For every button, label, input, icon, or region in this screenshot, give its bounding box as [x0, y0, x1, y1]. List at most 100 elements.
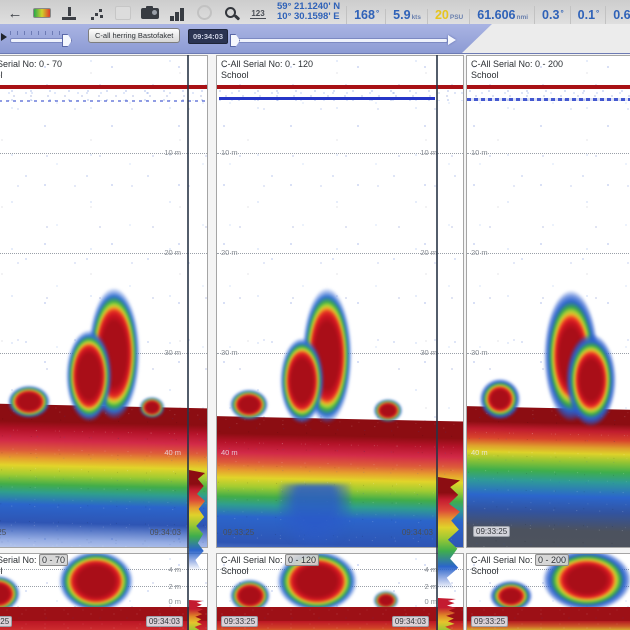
time-cursor-line[interactable]: [187, 55, 189, 630]
heave-readout: 0.6°: [605, 6, 630, 24]
timestamp-start: 09:33:25: [223, 528, 255, 537]
speed-unit: kts: [411, 14, 421, 21]
range-badge: 0 - 120: [285, 554, 320, 566]
fish-school: [479, 378, 521, 420]
camera-icon[interactable]: [141, 5, 159, 21]
time-slider-arrow[interactable]: [448, 35, 456, 45]
fish-school: [229, 388, 269, 420]
time-slider-thumb[interactable]: [230, 34, 240, 47]
toolbar-icon-group: ← 123: [0, 5, 273, 24]
bottom-detection-icon[interactable]: [60, 5, 78, 21]
fish-school: [57, 554, 135, 612]
slider-thumb[interactable]: [62, 34, 72, 47]
page-123-label: 123: [250, 9, 266, 19]
fish-school: [7, 384, 51, 418]
roll-readout: 0.1 °: [569, 6, 606, 24]
depth-label: 20 m: [221, 248, 238, 257]
heave-value: 0.6: [613, 8, 630, 22]
depth-label: 10 m: [164, 148, 181, 157]
play-arrow-icon[interactable]: [1, 33, 7, 41]
panel-title: C-All Serial No: 0 - 200: [471, 59, 564, 69]
zoom-icon[interactable]: [222, 5, 240, 21]
panel-title: C-All Serial No: 0 - 70: [0, 59, 63, 69]
surface-line: [467, 85, 630, 89]
zoom-slider[interactable]: [10, 31, 72, 47]
bottom-echogram-panel-120[interactable]: C-All Serial No: 0 - 120 School 4 m 2 m …: [216, 553, 464, 630]
heading-unit: °: [375, 9, 380, 18]
panel-title-prefix: C-All Serial No:: [221, 555, 283, 565]
echogram-panel-70[interactable]: C-All Serial No: 0 - 70 School 10 m 10 m…: [0, 55, 208, 548]
fish-school: [565, 332, 617, 428]
transducer-line: [219, 97, 435, 100]
heading-readout: 168 °: [346, 6, 385, 24]
color-scale-icon[interactable]: [33, 5, 51, 21]
depth-label: 40 m: [221, 448, 238, 457]
scatter-glyph: [89, 8, 103, 21]
speed-readout: 5.9 kts: [385, 9, 427, 24]
position-readout: 59° 21.1240' N 10° 30.1598' E: [273, 2, 346, 24]
fish-school: [65, 326, 113, 422]
pitch-unit: °: [560, 9, 564, 18]
timestamp-start: 09:33:25: [0, 528, 7, 537]
color-scale-glyph: [33, 8, 51, 18]
panel-title-prefix: C-All Serial No:: [0, 555, 37, 565]
page-123-icon[interactable]: 123: [249, 5, 267, 21]
pitch-readout: 0.3 °: [534, 6, 570, 24]
seabed-blue-dip: [279, 484, 351, 546]
echogram-panel-200[interactable]: C-All Serial No: 0 - 200 School 10 m 20 …: [466, 55, 630, 548]
panel-subtitle: School: [471, 566, 499, 576]
salinity-value: 20: [434, 8, 449, 22]
depth-label: 0 m: [168, 597, 181, 606]
zoom-glyph: [224, 6, 239, 21]
pitch-value: 0.3: [542, 8, 560, 22]
fish-school: [139, 396, 165, 418]
depth-label: 30 m: [164, 348, 181, 357]
panel-title: C-All Serial No: 0 - 120: [221, 554, 320, 566]
panel-subtitle: School: [471, 70, 499, 80]
salinity-readout: 20 PSU: [426, 8, 469, 24]
bar-chart-icon[interactable]: [168, 5, 186, 21]
depth-label: 2 m: [168, 582, 181, 591]
panel-subtitle: School: [0, 70, 3, 80]
bottom-detection-glyph: [61, 7, 77, 21]
range-badge: 0 - 200: [535, 554, 570, 566]
range-badge: 0 - 70: [39, 554, 69, 566]
back-arrow-glyph: ←: [7, 5, 23, 22]
back-arrow-icon[interactable]: ←: [6, 5, 24, 21]
echogram-panel-120[interactable]: C-All Serial No: 0 - 120 School 10 m 10 …: [216, 55, 464, 548]
erase-glyph: [115, 6, 131, 20]
camera-glyph: [141, 6, 159, 19]
slider-ticks: [10, 31, 64, 35]
clock-glyph: [196, 5, 212, 20]
bottom-echogram-panel-200[interactable]: C-All Serial No: 0 - 200 School 09:33:25: [466, 553, 630, 630]
panel-title: C-All Serial No: 0 - 120: [221, 59, 314, 69]
depth-label: 20 m: [471, 248, 488, 257]
time-badge: 09:34:03: [188, 29, 229, 44]
main-toolbar: ← 123 59° 21.1240' N 10° 30.1598' E 168 °…: [0, 0, 630, 25]
nav-data-bar: 59° 21.1240' N 10° 30.1598' E 168 ° 5.9 kt…: [273, 0, 630, 24]
heading-value: 168: [354, 8, 375, 22]
depth-label: 30 m: [471, 348, 488, 357]
longitude-value: 10° 30.1598' E: [277, 11, 340, 22]
depth-label: 40 m: [471, 448, 488, 457]
preset-button[interactable]: C-all herring Bastofaket: [88, 28, 181, 43]
depth-label: 10 m: [221, 148, 238, 157]
speed-value: 5.9: [393, 8, 411, 22]
salinity-unit: PSU: [449, 14, 464, 21]
fish-school: [279, 334, 325, 424]
clock-icon: [195, 5, 213, 21]
surface-line: [217, 85, 463, 89]
depth-label: 30 m: [420, 348, 437, 357]
depth-label: 20 m: [420, 248, 437, 257]
time-slider-groove: [230, 38, 448, 43]
timestamp-end: 09:34:03: [145, 616, 183, 627]
controlbar-corner: [462, 24, 630, 53]
scatter-plot-icon[interactable]: [87, 5, 105, 21]
panel-title-prefix: C-All Serial No:: [471, 555, 533, 565]
bar-chart-glyph: [170, 8, 184, 21]
time-cursor-line[interactable]: [436, 55, 438, 630]
gridline-10m: [467, 153, 630, 154]
bottom-echogram-panel-70[interactable]: C-All Serial No: 0 - 70 School 4 m 2 m 0…: [0, 553, 208, 630]
time-scroll-slider[interactable]: [230, 31, 456, 47]
timestamp-start: 09:33:25: [221, 616, 259, 627]
